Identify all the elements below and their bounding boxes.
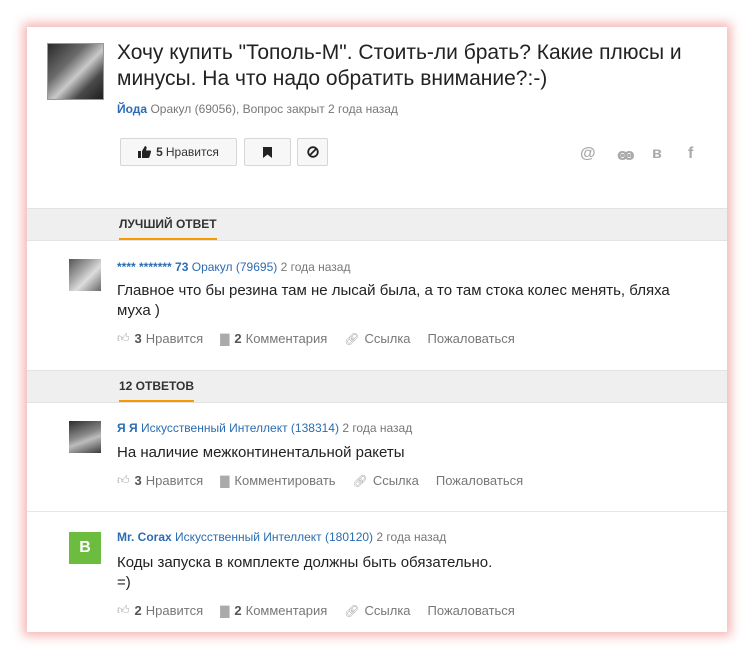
answer-actions: 👍︎ 3 Нравится ▇ Комментировать 🔗︎ Ссылка… — [117, 473, 540, 488]
answer-time: 2 года назад — [342, 421, 413, 435]
answer-link-button[interactable]: 🔗︎ Ссылка — [344, 603, 410, 618]
answer-text: На наличие межконтинентальной ракеты — [117, 444, 405, 461]
best-answer-comments-count: 2 — [234, 331, 242, 346]
question-card: Хочу купить "Тополь-М". Стоить-ли брать?… — [27, 27, 727, 632]
at-icon[interactable]: @ — [580, 145, 596, 163]
comment-icon: ▇ — [220, 603, 230, 618]
answer-avatar[interactable]: В — [69, 532, 101, 564]
answer-comment-button[interactable]: ▇ Комментировать — [220, 473, 335, 488]
best-answer-time: 2 года назад — [280, 260, 351, 274]
answer-author[interactable]: Mr. Сorax — [117, 530, 172, 544]
thumbs-up-icon: 👍︎ — [117, 603, 130, 617]
answer-comments-count: 2 — [234, 603, 242, 618]
comment-icon: ▇ — [220, 473, 230, 488]
answer-comment-label: Комментировать — [234, 473, 336, 488]
link-icon: 🔗︎ — [344, 331, 360, 346]
best-answer-comments-label: Комментария — [245, 331, 328, 346]
best-answer-report-label: Пожаловаться — [427, 331, 515, 346]
link-icon: 🔗︎ — [352, 473, 368, 488]
best-answer-meta: **** ******* 73 Оракул (79695) 2 года на… — [117, 260, 350, 274]
best-answer-link-button[interactable]: 🔗︎ Ссылка — [344, 331, 410, 346]
like-count: 5 — [156, 145, 163, 159]
answer-link-button[interactable]: 🔗︎ Ссылка — [353, 473, 419, 488]
thumbs-up-icon: 👍︎ — [117, 473, 130, 487]
block-button[interactable] — [297, 138, 328, 166]
answer-like-count: 2 — [134, 603, 142, 618]
avatar-letter: В — [79, 539, 91, 556]
answer-like-button[interactable]: 👍︎ 2 Нравится — [117, 603, 203, 618]
answer-like-button[interactable]: 👍︎ 3 Нравится — [117, 473, 203, 488]
bookmark-button[interactable] — [244, 138, 291, 166]
thumbs-up-icon: 👍︎ — [117, 331, 130, 345]
best-answer-author[interactable]: **** ******* 73 — [117, 260, 188, 274]
question-meta: Йода Оракул (69056), Вопрос закрыт 2 год… — [117, 102, 398, 116]
answer-text-line: =) — [117, 574, 131, 591]
answer-text: Коды запуска в комплекте должны быть обя… — [117, 553, 707, 593]
best-answer-text: Главное что бы резина там не лысай была,… — [117, 282, 670, 319]
question-author-link[interactable]: Йода — [117, 102, 147, 116]
answers-header: 12 ОТВЕТОВ — [27, 370, 727, 403]
block-icon — [306, 146, 319, 158]
best-answer-comments-button[interactable]: ▇ 2 Комментария — [220, 331, 327, 346]
facebook-icon[interactable]: f — [688, 145, 693, 163]
answer-rank[interactable]: Искусственный Интеллект (180120) — [175, 530, 373, 544]
answer-link-label: Ссылка — [372, 473, 419, 488]
best-answer-actions: 👍︎ 3 Нравится ▇ 2 Комментария 🔗︎ Ссылка … — [117, 331, 532, 346]
best-answer-link-label: Ссылка — [364, 331, 411, 346]
answer-comments-label: Комментария — [245, 603, 328, 618]
best-answer-like-count: 3 — [134, 331, 142, 346]
answer-comments-button[interactable]: ▇ 2 Комментария — [220, 603, 327, 618]
answer-text-line: Коды запуска в комплекте должны быть обя… — [117, 554, 493, 571]
bookmark-icon — [263, 146, 272, 158]
answer-like-label: Нравится — [145, 473, 204, 488]
answer-report-button[interactable]: Пожаловаться — [428, 603, 515, 618]
answer-meta: Я Я Искусственный Интеллект (138314) 2 г… — [117, 421, 412, 435]
answer-like-label: Нравится — [145, 603, 204, 618]
answer-like-count: 3 — [134, 473, 142, 488]
best-answer-like-button[interactable]: 👍︎ 3 Нравится — [117, 331, 203, 346]
link-icon: 🔗︎ — [344, 603, 360, 618]
best-answer-like-label: Нравится — [145, 331, 204, 346]
question-author-avatar[interactable] — [47, 43, 104, 100]
answer-rank[interactable]: Искусственный Интеллект (138314) — [141, 421, 339, 435]
answers-count-label: 12 ОТВЕТОВ — [119, 379, 195, 402]
answer-meta: Mr. Сorax Искусственный Интеллект (18012… — [117, 530, 446, 544]
best-answer-report-button[interactable]: Пожаловаться — [428, 331, 515, 346]
like-label: Нравится — [165, 145, 219, 159]
like-button[interactable]: 5 Нравится — [120, 138, 237, 166]
comment-icon: ▇ — [220, 331, 230, 346]
best-answer-avatar[interactable] — [69, 259, 101, 291]
answer-author[interactable]: Я Я — [117, 421, 138, 435]
best-answer-label: ЛУЧШИЙ ОТВЕТ — [119, 217, 217, 240]
answer-divider — [27, 511, 727, 512]
answer-link-label: Ссылка — [364, 603, 411, 618]
answer-avatar[interactable] — [69, 421, 101, 453]
question-title: Хочу купить "Тополь-М". Стоить-ли брать?… — [117, 41, 682, 90]
answer-report-button[interactable]: Пожаловаться — [436, 473, 523, 488]
answer-time: 2 года назад — [376, 530, 447, 544]
answer-report-label: Пожаловаться — [435, 473, 524, 488]
question-author-rank: Оракул (69056), — [150, 102, 240, 116]
question-status: Вопрос закрыт 2 года назад — [242, 102, 398, 116]
answer-report-label: Пожаловаться — [427, 603, 515, 618]
best-answer-rank[interactable]: Оракул (79695) — [192, 260, 278, 274]
vk-icon[interactable]: в — [652, 145, 662, 163]
best-answer-header: ЛУЧШИЙ ОТВЕТ — [27, 208, 727, 241]
thumbs-up-icon — [138, 146, 152, 158]
answer-actions: 👍︎ 2 Нравится ▇ 2 Комментария 🔗︎ Ссылка … — [117, 603, 532, 618]
odnoklassniki-icon[interactable]: ꙭ — [617, 145, 635, 165]
